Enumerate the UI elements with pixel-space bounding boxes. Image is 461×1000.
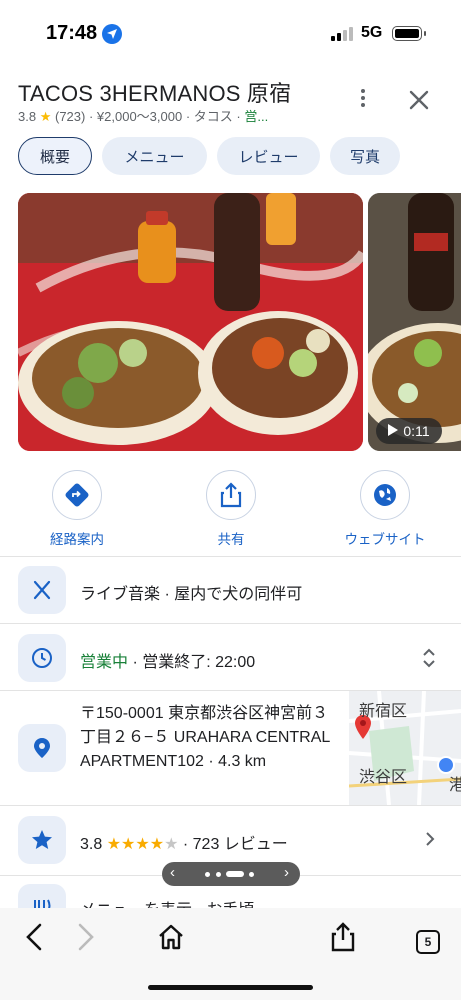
map-thumbnail[interactable]: 新宿区 渋谷区 港 [349, 691, 461, 805]
play-icon [388, 423, 399, 439]
network-type: 5G [361, 24, 383, 41]
rating-value: 3.8 [18, 109, 37, 124]
status-bar: 17:48 5G [0, 0, 461, 64]
tab-reviews[interactable]: レビュー [217, 137, 320, 175]
signal-icon [331, 27, 353, 41]
video-duration: 0:11 [403, 423, 430, 439]
directions-button[interactable]: 経路案内 [12, 470, 142, 548]
map-label-shinjuku: 新宿区 [359, 703, 408, 720]
tab-photos[interactable]: 写真 [330, 137, 400, 175]
expand-collapse-icon[interactable] [421, 648, 437, 668]
divider [0, 556, 461, 557]
tab-count-button[interactable]: 5 [416, 930, 440, 954]
website-button[interactable]: ウェブサイト [320, 470, 450, 548]
close-icon[interactable] [405, 86, 433, 114]
star-icon: ★ [39, 109, 52, 124]
map-label-minato: 港 [449, 777, 461, 794]
star-icon [18, 816, 66, 864]
pager-prev-icon[interactable]: ‹ [170, 864, 175, 881]
website-label: ウェブサイト [344, 532, 426, 547]
address-text[interactable]: 〒150-0001 東京都渋谷区神宮前３丁目２６−５ URAHARA CENTR… [80, 702, 340, 774]
place-meta: 3.8 ★ (723) · ¥2,000〜3,000 · タコス · 営... [18, 109, 269, 124]
pager-next-icon[interactable]: › [284, 864, 289, 881]
amenities-text[interactable]: ライブ音楽 · 屋内で犬の同伴可 [80, 580, 302, 604]
back-icon[interactable] [20, 922, 50, 952]
review-count-text: · 723 レビュー [178, 836, 288, 853]
price-range: ¥2,000〜3,000 [96, 109, 183, 124]
battery-icon [392, 26, 426, 41]
forward-icon[interactable] [70, 922, 100, 952]
rating-stars: ★★★★★ [106, 836, 179, 853]
divider [0, 805, 461, 806]
share-icon[interactable] [328, 922, 358, 952]
place-title: TACOS 3HERMANOS 原宿 [18, 81, 292, 106]
tab-menu[interactable]: メニュー [102, 137, 207, 175]
action-buttons: 経路案内 共有 ウェブサイト [0, 470, 461, 550]
distance: · 4.3 km [203, 753, 267, 770]
map-label-shibuya: 渋谷区 [359, 769, 408, 786]
hours-row[interactable]: 営業中 · 営業終了: 22:00 [80, 648, 255, 672]
page-pager[interactable]: ‹ › [162, 862, 300, 886]
location-pin-icon [18, 724, 66, 772]
location-arrow-icon [102, 24, 122, 44]
video-duration-badge: 0:11 [376, 418, 442, 444]
rating-row[interactable]: 3.8 ★★★★★ · 723 レビュー [80, 830, 288, 854]
home-icon[interactable] [156, 922, 186, 952]
open-status: 営... [244, 109, 269, 124]
clock-icon [18, 634, 66, 682]
review-count: (723) [54, 109, 86, 124]
rating-value: 3.8 [80, 836, 103, 853]
more-options-icon[interactable] [352, 86, 374, 112]
chevron-right-icon[interactable] [423, 832, 437, 846]
home-indicator [148, 985, 313, 990]
share-icon [206, 470, 256, 520]
category: タコス [193, 109, 233, 124]
closing-time: · 営業終了: 22:00 [128, 654, 256, 671]
cutlery-icon [18, 566, 66, 614]
directions-label: 経路案内 [50, 532, 104, 547]
place-photo[interactable] [18, 193, 363, 451]
share-button[interactable]: 共有 [166, 470, 296, 548]
share-label: 共有 [217, 532, 245, 547]
status-time: 17:48 [46, 22, 98, 44]
place-video-thumbnail[interactable] [368, 193, 461, 451]
globe-icon [360, 470, 410, 520]
directions-icon [52, 470, 102, 520]
tab-overview[interactable]: 概要 [18, 137, 92, 175]
divider [0, 623, 461, 624]
open-now-status: 営業中 [80, 654, 129, 671]
